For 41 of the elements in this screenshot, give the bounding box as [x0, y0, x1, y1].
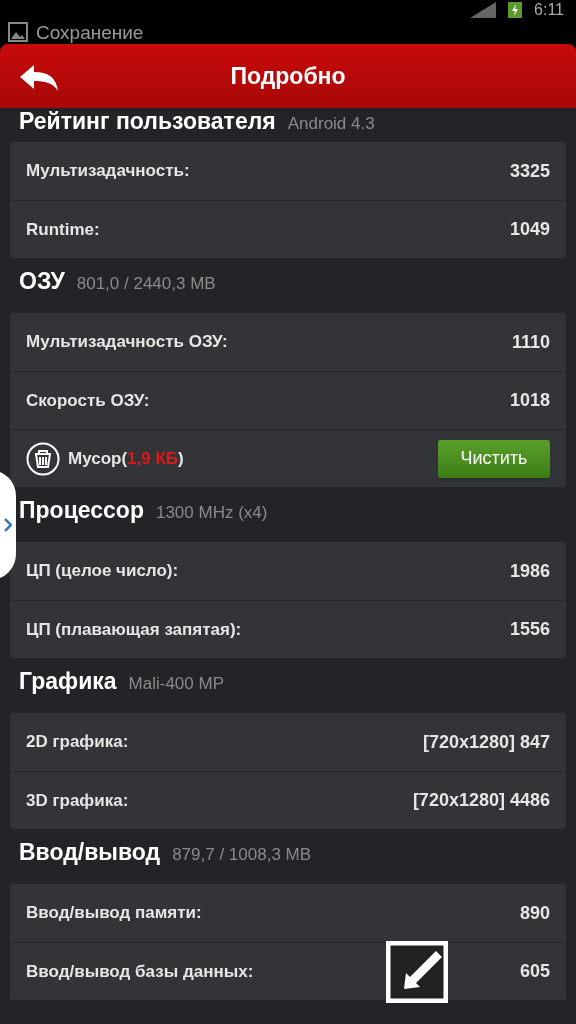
- metric-value: 605: [519, 960, 550, 983]
- metric-value: [720x1280] 847: [422, 730, 550, 754]
- metric-label: Скорость ОЗУ:: [26, 389, 150, 412]
- metric-value: 1556: [509, 618, 550, 641]
- metric-label: ЦП (плавающая запятая):: [26, 618, 242, 641]
- metric-label: 2D графика:: [26, 731, 129, 754]
- metric-label: Runtime:: [26, 218, 100, 241]
- trash-icon: [26, 441, 60, 476]
- image-icon: [8, 22, 28, 42]
- metric-value: 1986: [509, 559, 550, 583]
- section-subtitle: Mali-400 MP: [128, 675, 224, 692]
- clean-button[interactable]: Чистить: [438, 439, 550, 478]
- section-title: ОЗУ: [19, 270, 65, 293]
- section-subtitle: 1300 MHz (x4): [155, 504, 268, 521]
- metric-label: Ввод/вывод памяти:: [26, 902, 202, 925]
- metric-label: Мультизадачность ОЗУ:: [26, 331, 228, 354]
- section-title: Процессор: [19, 499, 144, 522]
- chevron-right-icon: [4, 518, 12, 532]
- metric-label: 3D графика:: [26, 789, 129, 812]
- back-arrow-icon: [20, 65, 60, 91]
- metric-label: Ввод/вывод базы данных:: [26, 960, 254, 983]
- screen-title: Подробно: [230, 61, 346, 91]
- metric-label: Мультизадачность:: [26, 160, 190, 183]
- section-subtitle: 879,7 / 1008,3 MB: [172, 846, 312, 863]
- section-title: Рейтинг пользователя: [19, 110, 276, 133]
- section-subtitle: 801,0 / 2440,3 MB: [76, 275, 216, 292]
- section-subtitle: Android 4.3: [287, 115, 375, 132]
- signal-icon: [470, 2, 497, 18]
- metric-value: 890: [519, 901, 550, 925]
- junk-label: Мусор(1,9 КБ): [68, 447, 184, 470]
- section-title: Ввод/вывод: [19, 841, 161, 864]
- metric-value: 1110: [511, 330, 550, 354]
- notification-title: Сохранение: [36, 22, 144, 42]
- metric-value: 1049: [509, 218, 550, 241]
- metric-value: 1018: [509, 389, 550, 412]
- section-title: Графика: [19, 670, 117, 693]
- metric-value: [720x1280] 4486: [412, 789, 550, 812]
- clock-time: 6:11: [534, 2, 564, 18]
- metric-label: ЦП (целое число):: [26, 560, 179, 583]
- battery-icon: [508, 2, 523, 18]
- metric-value: 3325: [509, 159, 550, 183]
